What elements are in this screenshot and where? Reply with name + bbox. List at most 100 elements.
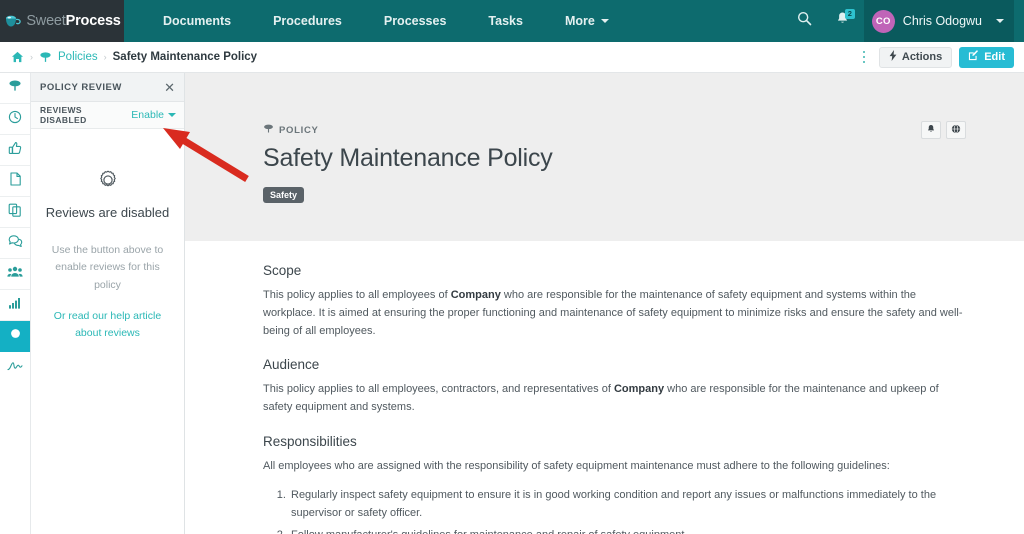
enable-label: Enable bbox=[131, 109, 164, 121]
home-icon[interactable] bbox=[11, 51, 24, 63]
list-item: Follow manufacturer's guidelines for mai… bbox=[289, 527, 964, 534]
kicker-label: POLICY bbox=[279, 124, 319, 136]
section-heading: Audience bbox=[263, 357, 320, 373]
search-button[interactable] bbox=[788, 0, 822, 42]
top-navigation-bar: SweetProcess Documents Procedures Proces… bbox=[0, 0, 1024, 42]
page-title: Safety Maintenance Policy bbox=[263, 144, 553, 172]
breadcrumb-bar: › Policies › Safety Maintenance Policy A… bbox=[0, 42, 1024, 73]
public-link-button[interactable] bbox=[946, 121, 966, 139]
chevron-down-icon bbox=[600, 19, 609, 23]
rail-item-approvals[interactable] bbox=[0, 135, 30, 166]
empty-state-description: Use the button above to enable reviews f… bbox=[51, 244, 164, 291]
nav-label: Processes bbox=[383, 14, 447, 28]
nav-label: More bbox=[564, 14, 595, 28]
rail-item-policy-review[interactable] bbox=[0, 321, 30, 352]
policy-tree-icon bbox=[263, 123, 274, 137]
nav-right-cluster: 2 CO Chris Odogwu bbox=[788, 0, 1024, 42]
actions-button[interactable]: Actions bbox=[878, 46, 953, 68]
rail-item-history[interactable] bbox=[0, 104, 30, 135]
panel-header: POLICY REVIEW ✕ bbox=[31, 73, 184, 102]
chevron-down-icon bbox=[996, 19, 1004, 23]
section-heading: Scope bbox=[263, 263, 302, 278]
help-article-link[interactable]: Or read our help article about reviews bbox=[42, 308, 173, 343]
thumbs-up-icon bbox=[8, 141, 22, 160]
user-menu[interactable]: CO Chris Odogwu bbox=[863, 0, 1014, 42]
status-badge: REVIEWS DISABLED bbox=[40, 105, 87, 125]
kebab-menu-icon[interactable] bbox=[856, 47, 872, 67]
subscribe-button[interactable] bbox=[921, 121, 941, 139]
panel-empty-state: Reviews are disabled Use the button abov… bbox=[31, 129, 184, 343]
edit-label: Edit bbox=[984, 51, 1005, 63]
policy-tree-icon bbox=[39, 51, 52, 63]
rail-item-comments[interactable] bbox=[0, 228, 30, 259]
policy-review-circle-icon bbox=[9, 327, 22, 345]
section-scope: Scope This policy applies to all employe… bbox=[263, 263, 964, 340]
chevron-down-icon bbox=[168, 113, 176, 117]
policy-review-panel: POLICY REVIEW ✕ REVIEWS DISABLED Enable … bbox=[31, 73, 185, 534]
pencil-square-icon bbox=[968, 50, 979, 64]
bell-icon bbox=[926, 121, 936, 139]
clock-history-icon bbox=[8, 110, 22, 129]
search-icon bbox=[797, 11, 812, 31]
globe-icon bbox=[951, 121, 961, 139]
analytics-bars-icon bbox=[8, 296, 22, 314]
brand-wordmark: SweetProcess bbox=[26, 13, 121, 29]
document-header: POLICY Safety Maintenance Policy Safety bbox=[185, 73, 1024, 241]
brand-sweet-text: Sweet bbox=[26, 13, 66, 29]
main-content: POLICY Safety Maintenance Policy Safety … bbox=[185, 73, 1024, 534]
gear-icon bbox=[42, 169, 173, 191]
policy-tree-icon bbox=[8, 79, 22, 97]
primary-nav-items: Documents Procedures Processes Tasks Mor… bbox=[124, 0, 630, 42]
responsibilities-list: Regularly inspect safety equipment to en… bbox=[263, 487, 964, 534]
document-icon bbox=[9, 171, 22, 191]
notifications-button[interactable]: 2 bbox=[826, 0, 860, 42]
document-kicker: POLICY bbox=[263, 123, 1024, 137]
nav-label: Tasks bbox=[488, 14, 523, 28]
breadcrumb: › Policies › Safety Maintenance Policy bbox=[11, 51, 257, 63]
panel-title: POLICY REVIEW bbox=[40, 81, 122, 93]
nav-item-documents[interactable]: Documents bbox=[142, 0, 252, 42]
avatar: CO bbox=[871, 9, 895, 33]
nav-item-more[interactable]: More bbox=[544, 0, 630, 42]
user-name: Chris Odogwu bbox=[902, 14, 982, 28]
list-item: Regularly inspect safety equipment to en… bbox=[289, 487, 964, 523]
rail-item-document[interactable] bbox=[0, 166, 30, 197]
nav-item-procedures[interactable]: Procedures bbox=[252, 0, 363, 42]
enable-reviews-dropdown[interactable]: Enable bbox=[131, 109, 176, 121]
breadcrumb-policies-link[interactable]: Policies bbox=[58, 51, 98, 63]
actions-label: Actions bbox=[901, 51, 943, 63]
rail-item-analytics[interactable] bbox=[0, 290, 30, 321]
section-audience: Audience This policy applies to all empl… bbox=[263, 357, 964, 417]
breadcrumb-separator: › bbox=[30, 52, 33, 62]
rail-item-policy[interactable] bbox=[0, 73, 30, 104]
comments-icon bbox=[8, 234, 23, 253]
breadcrumb-actions: Actions Edit bbox=[856, 46, 1014, 68]
rail-item-duplicate[interactable] bbox=[0, 197, 30, 228]
document-header-actions bbox=[921, 121, 966, 139]
section-paragraph: All employees who are assigned with the … bbox=[263, 460, 890, 473]
team-icon bbox=[7, 265, 23, 283]
nav-item-tasks[interactable]: Tasks bbox=[467, 0, 544, 42]
empty-state-title: Reviews are disabled bbox=[45, 205, 170, 220]
rail-item-team[interactable] bbox=[0, 259, 30, 290]
sweetprocess-cup-icon bbox=[3, 14, 22, 29]
text-run-bold: Company bbox=[613, 383, 665, 396]
tag-safety[interactable]: Safety bbox=[263, 187, 305, 203]
breadcrumb-separator: › bbox=[103, 52, 107, 62]
section-responsibilities: Responsibilities All employees who are a… bbox=[263, 434, 964, 534]
brand-process-text: Process bbox=[65, 13, 121, 29]
signature-icon bbox=[7, 359, 23, 377]
rail-item-signature[interactable] bbox=[0, 352, 30, 383]
text-run: This policy applies to all employees of bbox=[263, 289, 451, 301]
lightning-bolt-icon bbox=[889, 50, 897, 64]
nav-item-processes[interactable]: Processes bbox=[363, 0, 468, 42]
text-run-bold: Company bbox=[450, 289, 501, 301]
notification-badge: 2 bbox=[844, 9, 855, 19]
nav-label: Procedures bbox=[273, 14, 342, 28]
text-run: This policy applies to all employees, co… bbox=[263, 383, 614, 396]
brand-logo-link[interactable]: SweetProcess bbox=[0, 0, 124, 42]
nav-label: Documents bbox=[163, 14, 232, 28]
edit-button[interactable]: Edit bbox=[959, 46, 1014, 68]
close-icon[interactable]: ✕ bbox=[164, 81, 175, 94]
panel-status-row: REVIEWS DISABLED Enable bbox=[31, 102, 184, 129]
